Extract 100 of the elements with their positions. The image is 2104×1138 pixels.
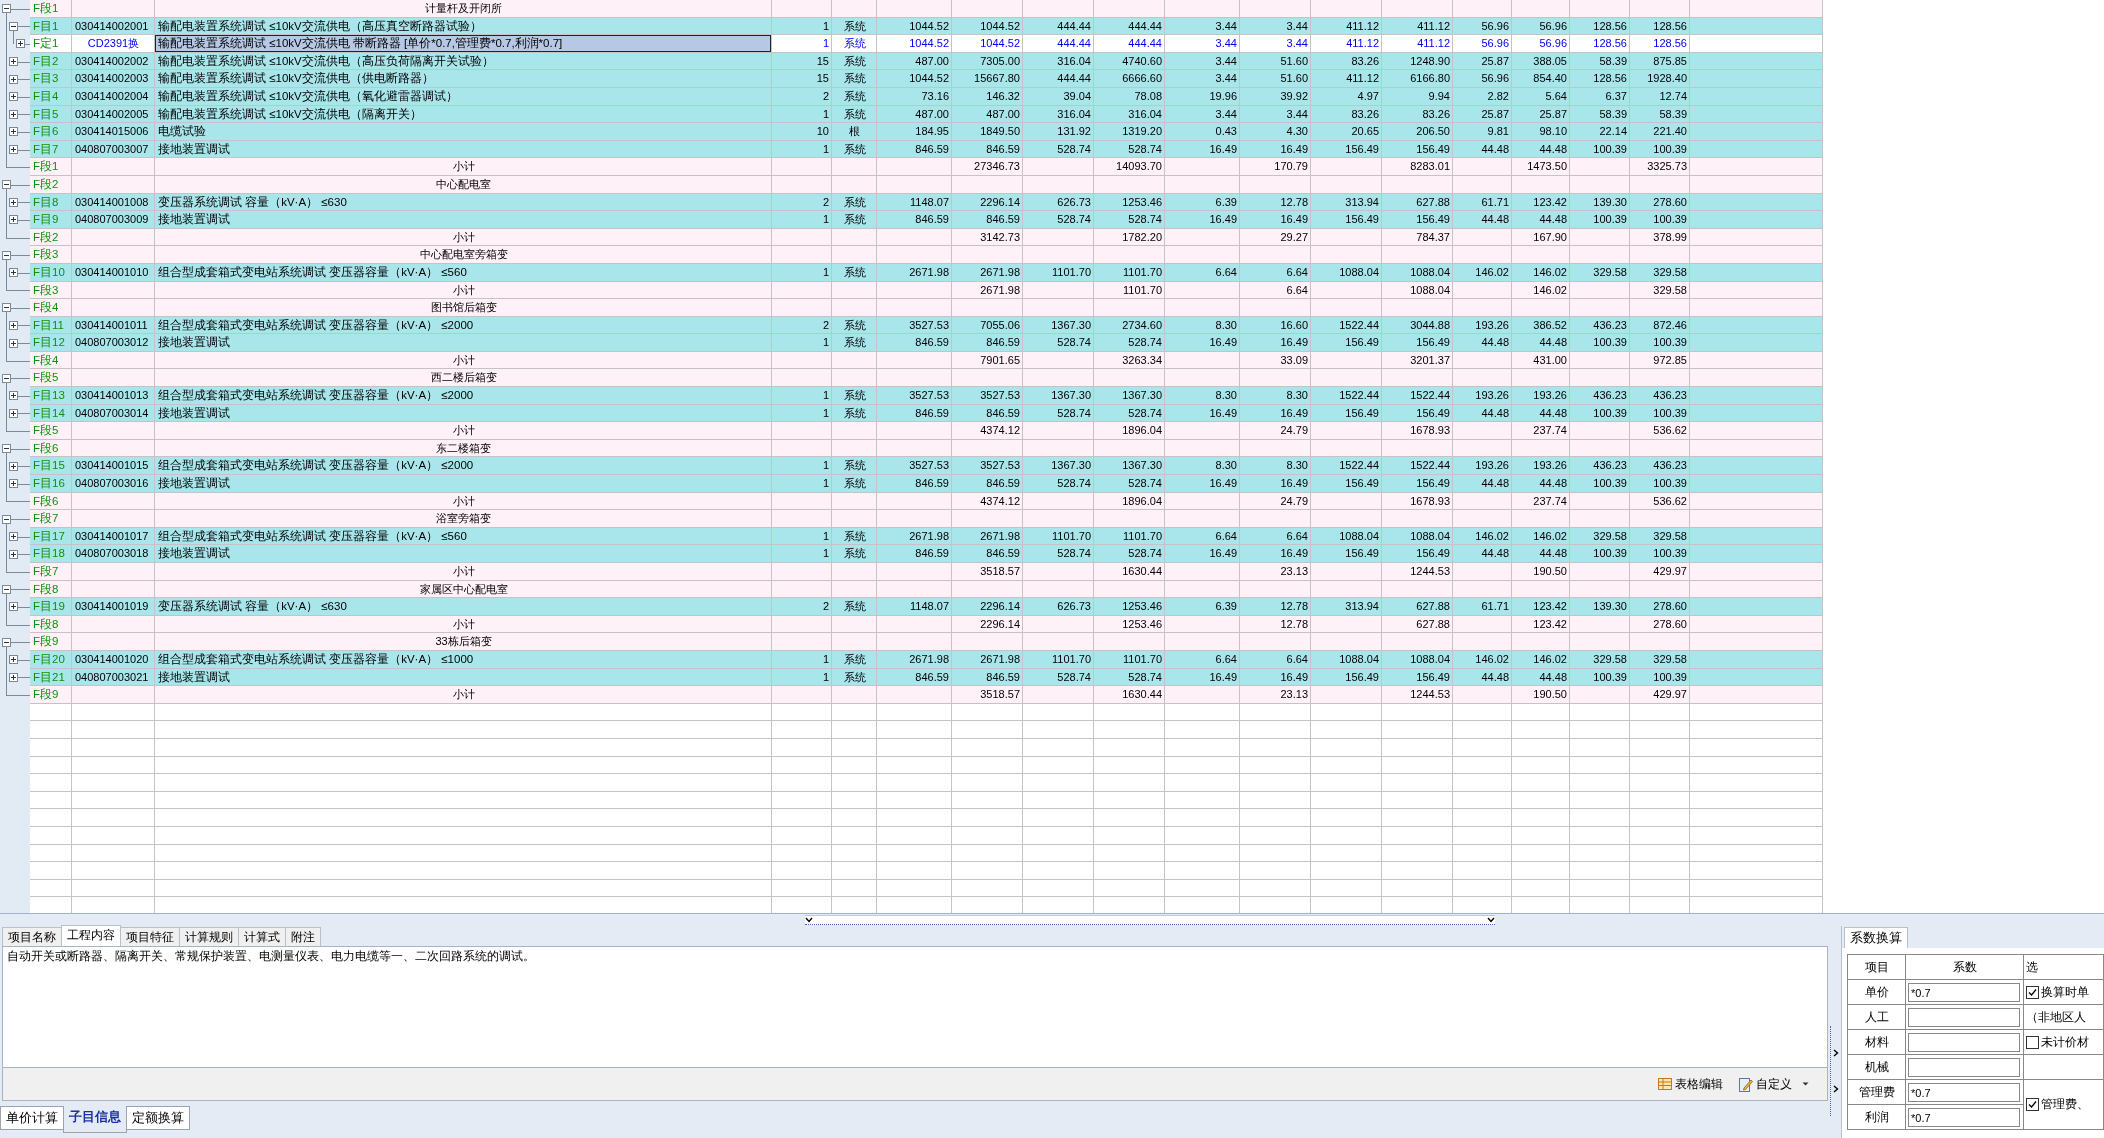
expand-icon[interactable]: [16, 39, 25, 49]
number-cell-text: 436.23: [1652, 388, 1688, 404]
table-row[interactable]: F目15 030414001015 组合型成套箱式变电站系统调试 变压器容量（kV·A） ≤2000 1 系统 3527.53 3527.53 1367.30 1367.30 8.30 8.30 1522.44 1522.44 193.26 193.26 436.23 436.23: [0, 457, 1823, 476]
expand-icon[interactable]: [9, 215, 18, 225]
toolbar-button[interactable]: 表格编辑: [1655, 1073, 1727, 1095]
detail-tab[interactable]: 计算式: [238, 927, 286, 946]
table-row[interactable]: F目18 040807003018 接地装置调试 1 系统 846.59 846.59 528.74 528.74 16.49 16.49 156.49 156.49 44.48 44.48 100.39 100.39: [0, 545, 1823, 563]
expand-icon[interactable]: [9, 57, 18, 67]
number-cell-text: 16.49: [1279, 212, 1309, 228]
expand-icon[interactable]: [9, 109, 18, 119]
chevron-right-icon[interactable]: [1833, 1049, 1840, 1057]
detail-tab[interactable]: 项目特征: [120, 927, 180, 946]
checkbox[interactable]: [2026, 1035, 2039, 1049]
coefficient-field[interactable]: *0.7: [1908, 1107, 2020, 1127]
toolbar-button[interactable]: 自定义: [1736, 1073, 1814, 1095]
chevron-right-icon[interactable]: [1833, 1085, 1840, 1093]
code-cell-text: 030414015006: [74, 124, 150, 140]
expand-icon[interactable]: [9, 479, 18, 489]
number-cell-text: 128.56: [1592, 36, 1628, 52]
name-cell-text: 接地装置调试: [157, 476, 231, 492]
expand-icon[interactable]: [9, 549, 18, 559]
table-row[interactable]: F目12 040807003012 接地装置调试 1 系统 846.59 846.59 528.74 528.74 16.49 16.49 156.49 156.49 44.48 44.48 100.39 100.39: [0, 334, 1823, 352]
detail-tab[interactable]: 项目名称: [2, 927, 62, 946]
coefficient-field[interactable]: *0.7: [1908, 982, 2020, 1002]
expand-icon[interactable]: [9, 602, 18, 612]
panel-tab[interactable]: 系数换算: [1844, 927, 1908, 948]
total-cell-text: 278.60: [1652, 616, 1688, 632]
collapse-icon[interactable]: [2, 444, 11, 454]
expand-icon[interactable]: [9, 655, 18, 665]
unit-cell-text: 系统: [842, 264, 867, 280]
expand-icon[interactable]: [9, 74, 18, 84]
number-cell-text: 627.88: [1415, 194, 1451, 210]
coefficient-field[interactable]: *0.7: [1908, 1082, 2020, 1102]
expand-icon[interactable]: [9, 338, 18, 348]
table-row[interactable]: F目13 030414001013 组合型成套箱式变电站系统调试 变压器容量（kV·A） ≤2000 1 系统 3527.53 3527.53 1367.30 1367.30 8.30 8.30 1522.44 1522.44 193.26 193.26 436.23 436.23: [0, 387, 1823, 405]
number-cell-text: 73.16: [920, 88, 950, 104]
section-title: 东二楼箱变: [435, 440, 492, 456]
code-cell-text: 030414001020: [74, 651, 150, 667]
detail-tab[interactable]: 工程内容: [61, 925, 121, 946]
code-cell-text: 040807003009: [74, 212, 150, 228]
number-cell-text: 1088.04: [1338, 651, 1380, 667]
collapse-icon[interactable]: [2, 514, 11, 524]
collapse-icon[interactable]: [2, 373, 11, 383]
number-cell-text: 56.96: [1480, 36, 1510, 52]
number-cell-text: 3527.53: [908, 458, 950, 474]
expand-icon[interactable]: [9, 672, 18, 682]
table-row[interactable]: F目19 030414001019 变压器系统调试 容量（kV·A） ≤630 2 系统 1148.07 2296.14 626.73 1253.46 6.39 12.78 313.94 627.88 61.71 123.42 139.30 278.60: [0, 598, 1823, 616]
collapse-icon[interactable]: [2, 637, 11, 647]
code-cell-text: 030414001019: [74, 599, 150, 615]
total-cell-text: 1244.53: [1409, 564, 1451, 579]
collapse-icon[interactable]: [2, 4, 11, 14]
detail-tab[interactable]: 附注: [285, 927, 321, 946]
number-cell-text: 44.48: [1538, 141, 1568, 157]
content-area[interactable]: 自动开关或断路器、隔离开关、常规保护装置、电测量仪表、电力电缆等一、二次回路系统的调试。: [2, 946, 1829, 1068]
coefficient-field[interactable]: [1908, 1032, 2020, 1052]
chevron-down-icon[interactable]: [1487, 917, 1495, 923]
number-cell-text: 16.60: [1279, 317, 1309, 333]
number-cell-text: 156.49: [1415, 141, 1451, 157]
collapse-icon[interactable]: [2, 303, 11, 313]
collapse-icon[interactable]: [2, 584, 11, 594]
chevron-down-icon[interactable]: [805, 917, 813, 923]
expand-icon[interactable]: [9, 197, 18, 207]
number-cell-text: 3.44: [1214, 36, 1238, 52]
unit-cell-text: 系统: [842, 106, 867, 122]
collapse-icon[interactable]: [2, 250, 11, 260]
number-cell-text: 156.49: [1344, 546, 1380, 562]
table-row[interactable]: F定1 CD2391换 输配电装置系统调试 ≤10kV交流供电 带断路器 [单价*0.7,管理费*0.7,利润*0.7] 1 系统 1044.52 1044.52 444.44 444.44 3.44 3.44 411.12 411.12 56.96 56.96 128.56 128.56: [0, 35, 1823, 53]
expand-icon[interactable]: [9, 268, 18, 278]
total-cell-text: 27346.73: [973, 159, 1021, 175]
collapse-icon[interactable]: [2, 180, 11, 190]
expand-icon[interactable]: [9, 391, 18, 401]
total-cell-text: 784.37: [1415, 229, 1451, 245]
detail-tab[interactable]: 计算规则: [179, 927, 239, 946]
total-cell-text: 3518.57: [979, 687, 1021, 703]
expand-icon[interactable]: [9, 321, 18, 330]
table-row[interactable]: F目3 030414002003 输配电装置系统调试 ≤10kV交流供电（供电断路器） 15 系统 1044.52 15667.80 444.44 6666.60 3.44 51.60 411.12 6166.80 56.96 854.40 128.56 1928.40: [0, 70, 1823, 88]
collapse-icon[interactable]: [9, 21, 18, 31]
expand-icon[interactable]: [9, 145, 18, 155]
total-cell-text: 7901.65: [979, 352, 1021, 368]
coefficient-field[interactable]: [1908, 1007, 2020, 1027]
coefficient-field[interactable]: [1908, 1057, 2020, 1077]
number-cell-text: 444.44: [1127, 18, 1163, 34]
section-title: 浴室旁箱变: [435, 511, 492, 527]
unit-cell-text: 根: [848, 124, 861, 140]
checkbox[interactable]: [2026, 985, 2039, 999]
number-cell-text: 100.39: [1592, 405, 1628, 421]
table-row[interactable]: F目9 040807003009 接地装置调试 1 系统 846.59 846.59 528.74 528.74 16.49 16.49 156.49 156.49 44.48 44.48 100.39 100.39: [0, 211, 1823, 229]
expand-icon[interactable]: [9, 92, 18, 102]
unit-cell-text: 系统: [842, 405, 867, 421]
bottom-tab[interactable]: 定额换算: [126, 1106, 190, 1130]
table-row[interactable]: F目6 030414015006 电缆试验 10 根 184.95 1849.50 131.92 1319.20 0.43 4.30 20.65 206.50 9.81 98.10 22.14 221.40: [0, 123, 1823, 141]
name-cell-text: 组合型成套箱式变电站系统调试 变压器容量（kV·A） ≤1000: [157, 651, 475, 667]
table-row[interactable]: F目16 040807003016 接地装置调试 1 系统 846.59 846.59 528.74 528.74 16.49 16.49 156.49 156.49 44.48 44.48 100.39 100.39: [0, 475, 1823, 493]
checkbox[interactable]: [2026, 1098, 2039, 1111]
number-cell-text: 329.58: [1652, 528, 1688, 544]
bottom-tab[interactable]: 单价计算: [0, 1106, 64, 1130]
expand-icon[interactable]: [9, 532, 18, 542]
expand-icon[interactable]: [9, 461, 18, 471]
expand-icon[interactable]: [9, 127, 18, 137]
expand-icon[interactable]: [9, 408, 18, 418]
